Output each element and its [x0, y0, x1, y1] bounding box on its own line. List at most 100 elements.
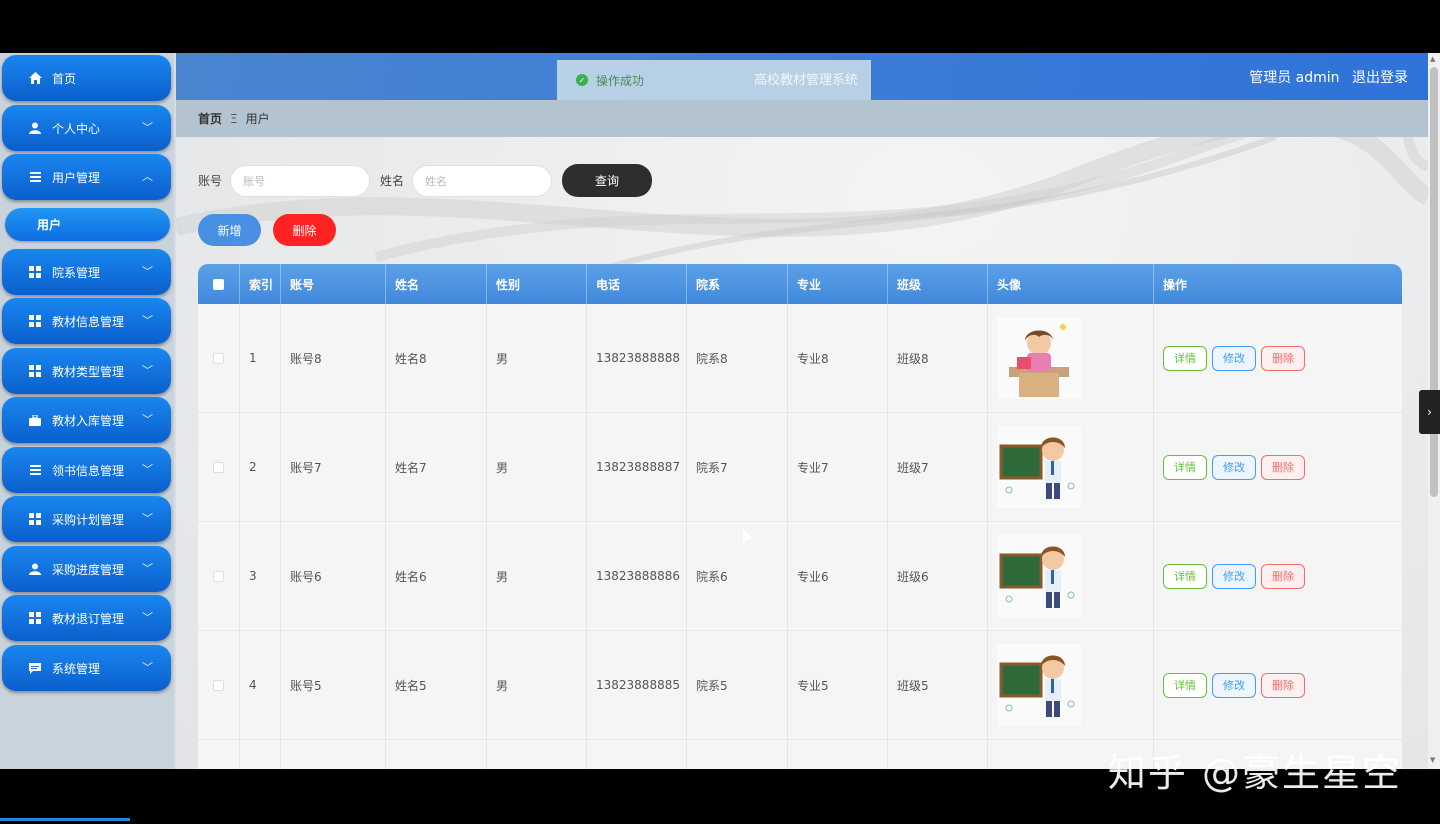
chevron-down-icon: ﹀ — [142, 413, 153, 426]
sidebar-item-purchase-progress[interactable]: 采购进度管理 ﹀ — [2, 546, 171, 592]
chevron-down-icon: ﹀ — [142, 463, 153, 476]
sidebar-item-label: 教材入库管理 — [52, 413, 125, 428]
background-wave — [176, 137, 1428, 277]
cell-class: 班级7 — [888, 413, 988, 521]
sidebar-subitem-label: 用户 — [37, 218, 62, 232]
detail-button[interactable]: 详情 — [1163, 345, 1207, 371]
cell-gender: 男 — [487, 522, 587, 630]
briefcase-icon — [28, 413, 42, 427]
sidebar-item-textbook-unsubscribe[interactable]: 教材退订管理 ﹀ — [2, 595, 171, 641]
logout-link[interactable]: 退出登录 — [1352, 70, 1408, 86]
row-checkbox[interactable] — [213, 352, 224, 364]
chevron-down-icon: ﹀ — [142, 265, 153, 278]
chevron-down-icon: ﹀ — [142, 314, 153, 327]
name-input[interactable]: 姓名 — [412, 164, 553, 197]
row-actions: 详情 修改 删除 — [1163, 563, 1305, 589]
table-body: 1 账号8 姓名8 男 13823888888 院系8 专业8 班级8 详情 修… — [198, 304, 1402, 769]
breadcrumb-home[interactable]: 首页 — [198, 110, 222, 127]
list-icon — [28, 170, 42, 184]
column-header: 班级 — [888, 264, 988, 304]
cell-dept: 院系8 — [687, 304, 788, 412]
sidebar-item-department[interactable]: 院系管理 ﹀ — [2, 249, 171, 295]
sidebar-item-label: 采购进度管理 — [52, 562, 125, 577]
cell-gender: 男 — [487, 631, 587, 739]
edit-button[interactable]: 修改 — [1212, 345, 1256, 371]
edit-button[interactable]: 修改 — [1212, 672, 1256, 698]
sidebar-item-purchase-plan[interactable]: 采购计划管理 ﹀ — [2, 496, 171, 542]
side-panel-toggle[interactable]: › — [1419, 390, 1440, 434]
sidebar-item-textbook-info[interactable]: 教材信息管理 ﹀ — [2, 298, 171, 344]
detail-button[interactable]: 详情 — [1163, 563, 1207, 589]
sidebar-item-home[interactable]: 首页 — [2, 55, 171, 101]
toast-message: 操作成功 — [596, 73, 645, 88]
table-row: 3 账号6 姓名6 男 13823888886 院系6 专业6 班级6 详情 修… — [198, 522, 1402, 631]
chevron-down-icon: ﹀ — [142, 121, 153, 134]
table-row: 1 账号8 姓名8 男 13823888888 院系8 专业8 班级8 详情 修… — [198, 304, 1402, 413]
cell-account: 账号5 — [281, 631, 386, 739]
column-header: 姓名 — [386, 264, 487, 304]
batch-delete-button[interactable]: 删除 — [273, 214, 336, 246]
sidebar-item-label: 首页 — [52, 71, 77, 86]
sidebar-item-textbook-type[interactable]: 教材类型管理 ﹀ — [2, 348, 171, 394]
query-button[interactable]: 查询 — [562, 164, 653, 197]
cell-phone: 13823888887 — [587, 413, 687, 521]
cell-dept: 院系7 — [687, 413, 788, 521]
sidebar-item-user-management[interactable]: 用户管理 ︿ — [2, 154, 171, 200]
cell-phone: 13823888885 — [587, 631, 687, 739]
sidebar: 首页 个人中心 ﹀ 用户管理 ︿ 用户 院系管理 ﹀ 教材信息管理 ﹀ 教材类型… — [0, 53, 174, 769]
success-toast: ✓ 操作成功 高校教材管理系统 — [557, 60, 871, 100]
cell-name: 姓名5 — [386, 631, 487, 739]
column-header: 专业 — [788, 264, 888, 304]
account-input[interactable]: 账号 — [230, 164, 371, 197]
chevron-down-icon: ﹀ — [142, 512, 153, 525]
row-checkbox[interactable] — [213, 570, 224, 582]
sidebar-item-book-collection[interactable]: 领书信息管理 ﹀ — [2, 447, 171, 493]
add-button[interactable]: 新增 — [198, 214, 261, 246]
delete-button[interactable]: 删除 — [1261, 345, 1305, 371]
cell-name: 姓名8 — [386, 304, 487, 412]
chevron-down-icon: ﹀ — [142, 611, 153, 624]
sidebar-item-textbook-stock-in[interactable]: 教材入库管理 ﹀ — [2, 397, 171, 443]
delete-button[interactable]: 删除 — [1261, 563, 1305, 589]
detail-button[interactable]: 详情 — [1163, 454, 1207, 480]
cell-major: 专业5 — [788, 631, 888, 739]
main-content: 账号 账号 姓名 姓名 查询 新增 删除 索引 账号 姓名 性别 电话 院系 专… — [176, 137, 1428, 769]
delete-button[interactable]: 删除 — [1261, 672, 1305, 698]
sidebar-item-personal-center[interactable]: 个人中心 ﹀ — [2, 105, 171, 151]
sidebar-item-system[interactable]: 系统管理 ﹀ — [2, 645, 171, 691]
cell-dept: 院系6 — [687, 522, 788, 630]
check-circle-icon: ✓ — [576, 74, 588, 86]
admin-label: 管理员 admin — [1249, 70, 1340, 86]
cell-class: 班级8 — [888, 304, 988, 412]
row-checkbox[interactable] — [213, 679, 224, 691]
cell-class: 班级5 — [888, 631, 988, 739]
row-checkbox[interactable] — [213, 461, 224, 473]
cell-phone: 13823888886 — [587, 522, 687, 630]
cell-major: 专业7 — [788, 413, 888, 521]
table-row: 2 账号7 姓名7 男 13823888887 院系7 专业7 班级7 详情 修… — [198, 413, 1402, 522]
select-all-cell — [198, 264, 240, 304]
action-buttons: 新增 删除 — [198, 214, 336, 246]
cell-gender: 男 — [487, 304, 587, 412]
detail-button[interactable]: 详情 — [1163, 672, 1207, 698]
select-all-checkbox[interactable] — [213, 278, 224, 290]
cell-account: 账号6 — [281, 522, 386, 630]
cell-index: 1 — [240, 304, 281, 412]
edit-button[interactable]: 修改 — [1212, 563, 1256, 589]
cell-index: 2 — [240, 413, 281, 521]
sidebar-item-label: 系统管理 — [52, 661, 101, 676]
grid-icon — [28, 314, 42, 328]
sidebar-item-label: 用户管理 — [52, 170, 101, 185]
column-header: 性别 — [487, 264, 587, 304]
breadcrumb: 首页 Ξ 用户 — [176, 100, 1428, 137]
row-actions: 详情 修改 删除 — [1163, 454, 1305, 480]
scroll-down-icon[interactable]: ▼ — [1430, 756, 1435, 764]
grid-icon — [28, 364, 42, 378]
sidebar-subitem-user[interactable]: 用户 — [5, 208, 170, 241]
system-title: 高校教材管理系统 — [753, 73, 858, 88]
delete-button[interactable]: 删除 — [1261, 454, 1305, 480]
edit-button[interactable]: 修改 — [1212, 454, 1256, 480]
name-label: 姓名 — [380, 174, 405, 188]
grid-icon — [28, 611, 42, 625]
scroll-up-icon[interactable]: ▲ — [1430, 55, 1435, 63]
